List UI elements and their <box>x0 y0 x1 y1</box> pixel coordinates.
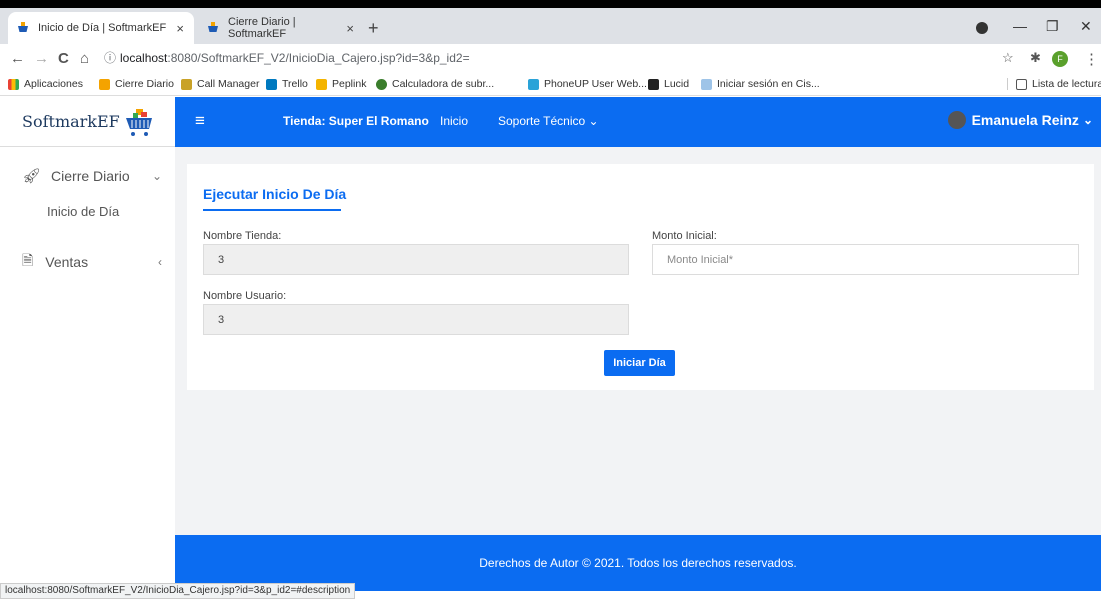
bookmark-label: PhoneUP User Web... <box>544 78 647 90</box>
store-name-label: Nombre Tienda: <box>203 230 282 242</box>
initial-amount-input[interactable]: Monto Inicial* <box>652 244 1079 275</box>
address-bar: ← → C ⌂ ⓘ localhost:8080/SoftmarkEF_V2/In… <box>0 44 1101 74</box>
nav-support-link[interactable]: Soporte Técnico ⌄ <box>498 114 599 128</box>
url-path: :8080/SoftmarkEF_V2/InicioDia_Cajero.jsp… <box>167 51 470 65</box>
tab-inicio-de-dia[interactable]: Inicio de Día | SoftmarkEF × <box>8 12 194 44</box>
chevron-left-icon: ‹ <box>158 255 162 269</box>
bookmark-phoneup[interactable]: PhoneUP User Web... <box>528 78 647 90</box>
bookmark-cisco[interactable]: Iniciar sesión en Cis... <box>701 78 820 90</box>
user-name-field: 3 <box>203 304 629 335</box>
sidebar: 🚀︎ Cierre Diario ⌄ Inicio de Día 🗎 Venta… <box>0 147 175 535</box>
peplink-icon <box>316 78 327 90</box>
sidebar-subitem-inicio-de-dia[interactable]: Inicio de Día <box>47 204 119 219</box>
card-title-underline <box>203 209 341 211</box>
nav-support-label: Soporte Técnico <box>498 114 586 128</box>
extensions-icon[interactable]: ✱ <box>1030 50 1041 66</box>
trello-icon <box>266 78 277 90</box>
nav-home-link[interactable]: Inicio <box>440 114 468 128</box>
media-icon[interactable] <box>976 22 988 34</box>
rocket-icon: 🚀︎ <box>22 168 42 185</box>
app-header: SoftmarkEF ≡ Tienda: Super El Romano Ini… <box>0 97 1101 147</box>
menu-toggle-icon[interactable]: ≡ <box>195 111 205 131</box>
initial-amount-label: Monto Inicial: <box>652 230 717 242</box>
site-info-icon[interactable]: ⓘ <box>104 51 116 65</box>
profile-avatar[interactable]: F <box>1052 51 1068 67</box>
start-day-button[interactable]: Iniciar Día <box>604 350 675 376</box>
bookmark-call-manager[interactable]: Call Manager <box>181 78 259 90</box>
sidebar-item-label: Ventas <box>45 254 89 270</box>
bookmark-trello[interactable]: Trello <box>266 78 308 90</box>
browser-menu-icon[interactable]: ⋮ <box>1084 50 1099 68</box>
softmark-favicon-icon <box>99 78 110 90</box>
bookmark-label: Calculadora de subr... <box>392 78 495 90</box>
back-button[interactable]: ← <box>10 50 25 67</box>
sidebar-item-label: Cierre Diario <box>51 168 130 184</box>
store-name-field: 3 <box>203 244 629 275</box>
phoneup-icon <box>528 78 539 90</box>
minimize-button[interactable]: — <box>1013 18 1027 34</box>
chevron-down-icon: ⌄ <box>588 114 599 128</box>
bookmark-label: Aplicaciones <box>24 78 83 90</box>
close-tab-icon[interactable]: × <box>176 21 184 36</box>
calculator-icon <box>376 78 387 90</box>
inicio-dia-card: Ejecutar Inicio De Día Nombre Tienda: 3 … <box>187 164 1094 390</box>
reading-list[interactable]: Lista de lectura <box>1007 78 1101 90</box>
close-tab-icon[interactable]: × <box>346 21 354 36</box>
tab-title: Cierre Diario | SoftmarkEF <box>228 16 296 40</box>
user-name-label: Nombre Usuario: <box>203 290 287 302</box>
tab-bar: Inicio de Día | SoftmarkEF × Cierre Diar… <box>0 8 1101 44</box>
reading-list-label: Lista de lectura <box>1032 78 1101 90</box>
reload-button[interactable]: C <box>58 50 69 67</box>
bookmark-peplink[interactable]: Peplink <box>316 78 366 90</box>
top-navbar: ≡ Tienda: Super El Romano Inicio Soporte… <box>175 97 1101 147</box>
document-icon: 🗎 <box>22 252 34 268</box>
avatar <box>947 111 966 129</box>
url-host: localhost <box>120 51 168 65</box>
chevron-down-icon: ⌄ <box>151 169 162 183</box>
brand-name: SoftmarkEF <box>22 112 120 131</box>
bookmark-label: Call Manager <box>197 78 260 90</box>
tab-cierre-diario[interactable]: Cierre Diario | SoftmarkEF × <box>198 12 364 44</box>
bookmark-label: Lucid <box>664 78 690 90</box>
lucid-icon <box>648 78 659 90</box>
cisco-icon <box>181 78 192 90</box>
sidebar-item-cierre-diario[interactable]: 🚀︎ Cierre Diario ⌄ <box>22 167 162 185</box>
bookmark-apps[interactable]: Aplicaciones <box>8 78 83 90</box>
bookmark-cierre-diario[interactable]: Cierre Diario <box>99 78 174 90</box>
chevron-down-icon: ⌄ <box>1082 113 1093 127</box>
brand-logo[interactable]: SoftmarkEF <box>0 97 175 147</box>
card-title: Ejecutar Inicio De Día <box>203 186 347 202</box>
forward-button[interactable]: → <box>34 50 49 67</box>
main-content: Ejecutar Inicio De Día Nombre Tienda: 3 … <box>175 147 1101 535</box>
window-close-button[interactable]: ✕ <box>1080 18 1092 35</box>
softmark-favicon-icon <box>206 21 220 35</box>
sidebar-item-ventas[interactable]: 🗎 Ventas ‹ <box>22 250 162 274</box>
copyright-text: Derechos de Autor © 2021. Todos los dere… <box>479 556 797 570</box>
bookmarks-bar: Aplicaciones Cierre Diario Call Manager … <box>0 74 1101 96</box>
store-name[interactable]: Tienda: Super El Romano <box>283 114 429 128</box>
bookmark-calculadora[interactable]: Calculadora de subr... <box>376 78 494 90</box>
restore-button[interactable]: ❐ <box>1046 18 1059 35</box>
new-tab-button[interactable]: + <box>368 18 379 39</box>
user-menu[interactable]: Emanuela Reinz ⌄ <box>947 111 1093 129</box>
window-top-strip <box>0 0 1101 8</box>
bookmark-label: Peplink <box>332 78 367 90</box>
home-button[interactable]: ⌂ <box>80 50 89 67</box>
bookmark-lucid[interactable]: Lucid <box>648 78 689 90</box>
status-bar-url: localhost:8080/SoftmarkEF_V2/InicioDia_C… <box>0 583 356 599</box>
bookmark-label: Iniciar sesión en Cis... <box>717 78 820 90</box>
user-name: Emanuela Reinz <box>971 112 1079 128</box>
bookmark-label: Cierre Diario <box>115 78 174 90</box>
reading-list-icon <box>1016 78 1027 90</box>
tab-title: Inicio de Día | SoftmarkEF <box>38 22 167 34</box>
url-input[interactable]: ⓘ localhost:8080/SoftmarkEF_V2/InicioDia_… <box>104 49 470 66</box>
apps-grid-icon <box>8 78 19 90</box>
cisco-icon <box>701 78 712 90</box>
bookmark-label: Trello <box>282 78 308 90</box>
shopping-cart-icon <box>124 108 154 136</box>
softmark-favicon-icon <box>16 21 30 35</box>
bookmark-star-icon[interactable]: ☆ <box>1002 50 1014 66</box>
